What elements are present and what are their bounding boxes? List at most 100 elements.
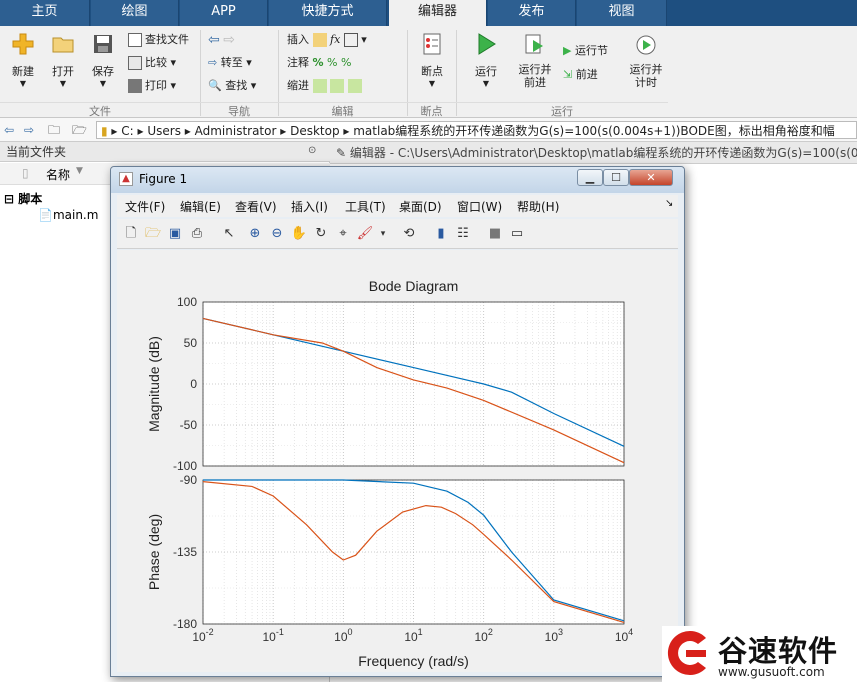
brush-dropdown-icon[interactable]: ▾	[373, 224, 393, 244]
y-tick-label: -135	[173, 545, 197, 559]
back-arrow-icon[interactable]: ⇦	[4, 121, 14, 139]
figure-titlebar[interactable]: ▲ Figure 1 ▁ ☐ ✕	[111, 167, 684, 193]
tab-view[interactable]: 视图	[577, 0, 667, 26]
crumb-folder[interactable]: matlab编程系统的开环传递函数为G(s)=100(s(0.004s+1))B…	[353, 124, 835, 138]
watermark-url: www.gusuoft.com	[718, 665, 825, 679]
indent-button[interactable]: 缩进	[287, 77, 362, 95]
open-button[interactable]: 打开 ▼	[48, 32, 78, 88]
figure-toolbar: 🗋 🗁 ▣ ⎙ ↖ ⊕ ⊖ ✋ ↻ ⌖ 🖌 ▾ ⟲ ▮ ☷ ■ ▭	[117, 219, 678, 249]
column-name[interactable]: 名称	[46, 166, 70, 183]
back-forward-nav[interactable]: ⇦ ⇨	[208, 31, 235, 49]
tab-apps[interactable]: APP	[180, 0, 268, 26]
save-figure-icon[interactable]: ▣	[165, 224, 185, 244]
crumb-administrator[interactable]: Administrator	[195, 124, 277, 138]
close-button[interactable]: ✕	[629, 169, 673, 186]
x-tick-label: 10-1	[262, 627, 283, 644]
y-axis-label: Magnitude (dB)	[146, 336, 162, 432]
group-label-navigate: 导航	[200, 102, 278, 118]
path-breadcrumb[interactable]: ▮ ▸ C: ▸ Users ▸ Administrator ▸ Desktop…	[96, 121, 857, 139]
sort-arrow-icon[interactable]: ▼	[76, 166, 83, 176]
crumb-drive[interactable]: C:	[121, 124, 133, 138]
pan-hand-icon[interactable]: ✋	[289, 224, 309, 244]
maximize-button[interactable]: ☐	[603, 169, 629, 186]
menu-view[interactable]: 查看(V)	[235, 198, 277, 215]
x-tick-label: 104	[615, 627, 633, 644]
crumb-desktop[interactable]: Desktop	[290, 124, 340, 138]
new-button[interactable]: 新建 ▼	[8, 32, 38, 88]
menu-desktop[interactable]: 桌面(D)	[399, 198, 442, 215]
chart-title: Bode Diagram	[369, 278, 459, 294]
hide-plot-tools-icon[interactable]: ■	[485, 224, 505, 244]
run-section-button[interactable]: ▶ 运行节	[563, 42, 608, 60]
find-files-icon	[128, 33, 142, 47]
smart-indent-icon	[312, 79, 327, 93]
folder-group[interactable]: ⊟ 脚本	[4, 190, 42, 207]
run-button[interactable]: 运行 ▼	[466, 32, 506, 88]
y-tick-label: -90	[180, 473, 198, 487]
tab-shortcuts[interactable]: 快捷方式	[269, 0, 387, 26]
insert-button[interactable]: 插入 fx ▾	[287, 31, 367, 49]
minimize-button[interactable]: ▁	[577, 169, 603, 186]
brush-icon[interactable]: 🖌	[355, 224, 375, 244]
x-axis-label: Frequency (rad/s)	[358, 653, 468, 669]
crumb-users[interactable]: Users	[147, 124, 181, 138]
group-label-breakpoints: 断点	[407, 102, 456, 118]
zoom-out-icon[interactable]: ⊖	[267, 224, 287, 244]
tab-editor[interactable]: 编辑器	[389, 0, 487, 27]
x-tick-label: 102	[474, 627, 492, 644]
collapse-icon[interactable]: ⊟	[4, 192, 14, 206]
tab-home[interactable]: 主页	[0, 0, 90, 26]
menu-tools[interactable]: 工具(T)	[345, 198, 386, 215]
percent-icon: %	[312, 56, 324, 69]
goto-icon: ⇨	[208, 56, 218, 69]
advance-button[interactable]: ⇲ 前进	[563, 66, 598, 84]
link-plot-icon[interactable]: ⟲	[399, 224, 419, 244]
menu-insert[interactable]: 插入(I)	[291, 198, 328, 215]
dock-arrow-icon[interactable]: ↘	[665, 198, 673, 209]
m-file-icon: 📄	[38, 208, 53, 222]
zoom-in-icon[interactable]: ⊕	[245, 224, 265, 244]
run-and-advance-button[interactable]: 运行并 前进	[512, 32, 558, 89]
file-type-icon: ▯	[22, 166, 29, 180]
print-figure-icon[interactable]: ⎙	[187, 224, 207, 244]
up-folder-icon[interactable]: 🗀	[48, 121, 60, 139]
menu-window[interactable]: 窗口(W)	[457, 198, 502, 215]
menu-help[interactable]: 帮助(H)	[517, 198, 559, 215]
group-label-run: 运行	[456, 102, 668, 118]
run-and-time-button[interactable]: 运行并 计时	[624, 32, 668, 89]
matlab-figure-icon: ▲	[119, 172, 133, 186]
comment-button[interactable]: 注释 % % %	[287, 54, 351, 72]
save-button[interactable]: 保存 ▼	[88, 32, 118, 88]
breakpoints-button[interactable]: 断点 ▼	[414, 32, 450, 88]
goto-button[interactable]: ⇨ 转至 ▾	[208, 54, 252, 72]
menu-edit[interactable]: 编辑(E)	[180, 198, 221, 215]
tab-publish[interactable]: 发布	[488, 0, 576, 26]
file-item[interactable]: 📄main.m	[38, 208, 98, 222]
browse-folder-icon[interactable]: 🗁	[72, 121, 87, 139]
compare-button[interactable]: 比较 ▾	[128, 54, 176, 72]
tab-plots[interactable]: 绘图	[91, 0, 179, 26]
find-files-button[interactable]: 查找文件	[128, 31, 189, 49]
advance-icon: ⇲	[563, 68, 573, 81]
y-tick-label: -180	[173, 617, 197, 631]
open-file-icon[interactable]: 🗁	[143, 224, 163, 244]
rotate-3d-icon[interactable]: ↻	[311, 224, 331, 244]
print-button[interactable]: 打印 ▾	[128, 77, 176, 95]
data-cursor-icon[interactable]: ⌖	[333, 224, 353, 244]
show-plot-tools-icon[interactable]: ▭	[507, 224, 527, 244]
plot-area: Bode Diagram 100 50 0 -50 -100 Magnitude (dB) -…	[117, 250, 678, 672]
y-tick-label: 50	[184, 336, 198, 350]
new-figure-icon[interactable]: 🗋	[121, 224, 141, 244]
pointer-icon[interactable]: ↖	[219, 224, 239, 244]
forward-arrow-icon[interactable]: ⇨	[24, 121, 34, 139]
uncomment-icon: %	[340, 56, 352, 69]
colorbar-icon[interactable]: ▮	[431, 224, 451, 244]
menu-file[interactable]: 文件(F)	[125, 198, 165, 215]
find-button[interactable]: 🔍 查找 ▾	[208, 77, 256, 95]
breakpoints-icon	[423, 33, 441, 55]
watermark: 谷速软件 www.gusuoft.com	[662, 626, 857, 682]
folder-icon	[52, 37, 74, 53]
legend-icon[interactable]: ☷	[453, 224, 473, 244]
panel-menu-icon[interactable]: ⊙	[308, 145, 316, 156]
figure-menubar: 文件(F) 编辑(E) 查看(V) 插入(I) 工具(T) 桌面(D) 窗口(W…	[117, 195, 678, 217]
